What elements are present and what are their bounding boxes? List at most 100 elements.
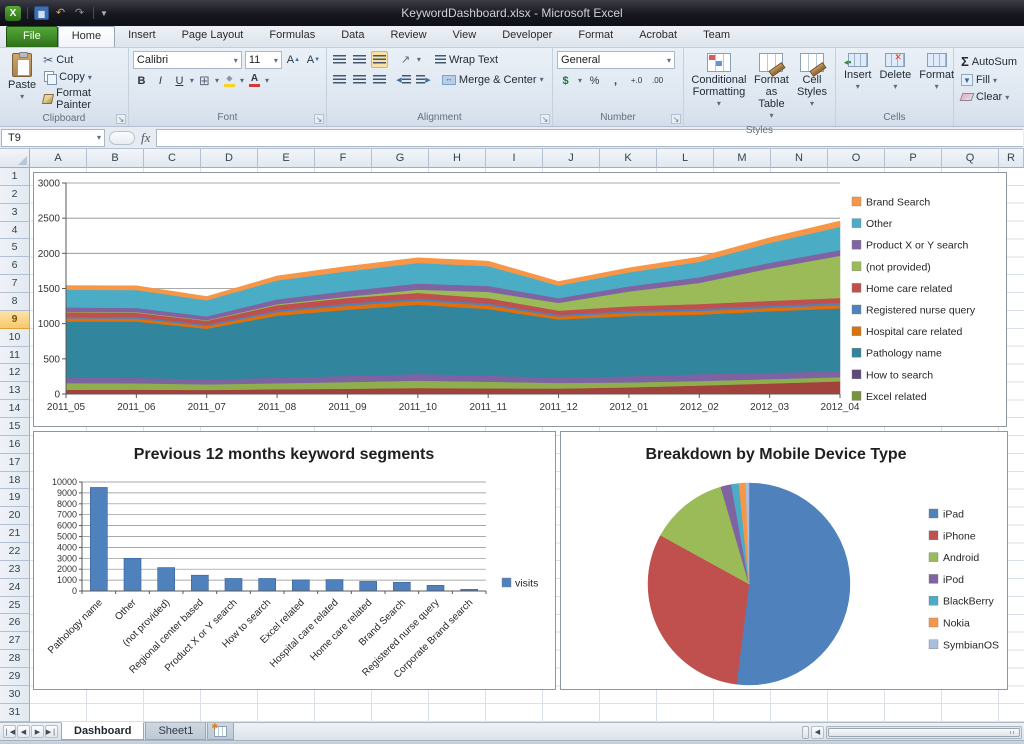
accounting-format-button[interactable]: $ (557, 72, 574, 89)
number-dialog-launcher[interactable]: ↘ (671, 114, 681, 124)
clear-button[interactable]: Clear▾ (958, 90, 1020, 104)
chevron-down-icon[interactable]: ▾ (265, 76, 269, 85)
chevron-down-icon[interactable]: ▾ (97, 133, 104, 142)
ribbon-tab-review[interactable]: Review (377, 26, 439, 47)
row-header-27[interactable]: 27 (0, 632, 30, 650)
delete-cells-button[interactable]: ✕ Delete▾ (875, 51, 915, 111)
row-header-29[interactable]: 29 (0, 668, 30, 686)
align-right-button[interactable] (371, 71, 388, 88)
percent-style-button[interactable]: % (586, 72, 603, 89)
align-bottom-button[interactable] (371, 51, 388, 68)
chevron-down-icon[interactable]: ▾ (240, 76, 244, 85)
increase-decimal-button[interactable]: +.0 (628, 72, 645, 89)
insert-cells-button[interactable]: ◂▪ Insert▾ (840, 51, 876, 111)
ribbon-tab-acrobat[interactable]: Acrobat (626, 26, 690, 47)
cell-styles-button[interactable]: Cell Styles▾ (793, 51, 831, 124)
ribbon-tab-view[interactable]: View (440, 26, 490, 47)
customize-qat-chevron-icon[interactable]: ▼ (100, 9, 108, 18)
column-header-J[interactable]: J (543, 149, 600, 168)
alignment-dialog-launcher[interactable]: ↘ (540, 114, 550, 124)
grow-font-button[interactable]: A▲ (285, 52, 302, 69)
row-header-30[interactable]: 30 (0, 686, 30, 704)
tab-split-handle[interactable] (802, 726, 809, 739)
keyword-segments-bar-chart[interactable]: Previous 12 months keyword segments01000… (33, 431, 556, 690)
last-sheet-icon[interactable]: ▶❘ (45, 725, 58, 738)
row-header-31[interactable]: 31 (0, 704, 30, 722)
font-dialog-launcher[interactable]: ↘ (314, 114, 324, 124)
column-header-C[interactable]: C (144, 149, 201, 168)
row-header-24[interactable]: 24 (0, 579, 30, 597)
row-header-3[interactable]: 3 (0, 204, 30, 222)
fill-button[interactable]: ▼Fill▾ (958, 73, 1020, 87)
column-header-G[interactable]: G (372, 149, 429, 168)
undo-icon[interactable]: ↶ (53, 6, 68, 20)
chevron-down-icon[interactable]: ▾ (417, 55, 421, 64)
italic-button[interactable]: I (152, 72, 169, 89)
row-header-2[interactable]: 2 (0, 186, 30, 204)
sheet-tab-dashboard[interactable]: Dashboard (61, 722, 144, 740)
column-header-M[interactable]: M (714, 149, 771, 168)
fill-color-button[interactable]: ⬥ (221, 72, 238, 89)
select-all-corner[interactable] (0, 149, 30, 168)
increase-indent-button[interactable]: ▶ (415, 71, 432, 88)
decrease-decimal-button[interactable]: .00 (649, 72, 666, 89)
ribbon-tab-insert[interactable]: Insert (115, 26, 169, 47)
keyword-trend-area-chart[interactable]: 0500100015002000250030002011_052011_0620… (33, 172, 1007, 427)
decrease-indent-button[interactable]: ◀ (395, 71, 412, 88)
align-center-button[interactable] (351, 71, 368, 88)
autosum-button[interactable]: ΣAutoSum (958, 53, 1020, 70)
clipboard-dialog-launcher[interactable]: ↘ (116, 114, 126, 124)
paste-button[interactable]: Paste ▾ (4, 51, 40, 112)
row-header-16[interactable]: 16 (0, 436, 30, 454)
formula-input[interactable] (156, 129, 1023, 147)
column-header-K[interactable]: K (600, 149, 657, 168)
ribbon-tab-format[interactable]: Format (565, 26, 626, 47)
underline-button[interactable]: U (171, 72, 188, 89)
excel-logo-icon[interactable]: X (5, 6, 21, 21)
row-header-15[interactable]: 15 (0, 418, 30, 436)
copy-button[interactable]: Copy▾ (40, 70, 124, 84)
name-box[interactable]: T9 ▾ (1, 129, 105, 147)
scroll-left-icon[interactable]: ◀ (811, 726, 824, 739)
row-header-19[interactable]: 19 (0, 489, 30, 507)
row-header-14[interactable]: 14 (0, 400, 30, 418)
scrollbar-track[interactable] (826, 726, 1022, 739)
row-header-11[interactable]: 11 (0, 347, 30, 365)
ribbon-tab-page-layout[interactable]: Page Layout (169, 26, 257, 47)
save-icon[interactable]: ▆ (34, 6, 49, 20)
sheet-tab-sheet1[interactable]: Sheet1 (145, 723, 206, 740)
ribbon-tab-developer[interactable]: Developer (489, 26, 565, 47)
next-sheet-icon[interactable]: ▶ (31, 725, 44, 738)
format-cells-button[interactable]: Format▾ (915, 51, 958, 111)
row-header-10[interactable]: 10 (0, 329, 30, 347)
number-format-combo[interactable]: General▾ (557, 51, 675, 69)
column-header-Q[interactable]: Q (942, 149, 999, 168)
row-header-22[interactable]: 22 (0, 543, 30, 561)
font-color-button[interactable]: A (246, 72, 263, 89)
align-left-button[interactable] (331, 71, 348, 88)
column-header-I[interactable]: I (486, 149, 543, 168)
scrollbar-thumb[interactable] (828, 728, 1020, 737)
font-name-combo[interactable]: Calibri▾ (133, 51, 242, 69)
row-header-1[interactable]: 1 (0, 168, 30, 186)
row-header-5[interactable]: 5 (0, 239, 30, 257)
column-header-N[interactable]: N (771, 149, 828, 168)
ribbon-tab-file[interactable]: File (6, 26, 58, 47)
column-header-P[interactable]: P (885, 149, 942, 168)
row-header-7[interactable]: 7 (0, 275, 30, 293)
ribbon-tab-formulas[interactable]: Formulas (256, 26, 328, 47)
shrink-font-button[interactable]: A▼ (305, 52, 322, 69)
column-header-B[interactable]: B (87, 149, 144, 168)
bold-button[interactable]: B (133, 72, 150, 89)
align-top-button[interactable] (331, 51, 348, 68)
chevron-down-icon[interactable]: ▾ (215, 76, 219, 85)
ribbon-tab-team[interactable]: Team (690, 26, 743, 47)
conditional-formatting-button[interactable]: Conditional Formatting▾ (688, 51, 750, 124)
first-sheet-icon[interactable]: ❘◀ (3, 725, 16, 738)
row-header-9[interactable]: 9 (0, 311, 30, 329)
font-size-combo[interactable]: 11▾ (245, 51, 282, 69)
ribbon-tab-home[interactable]: Home (58, 26, 115, 47)
row-header-13[interactable]: 13 (0, 382, 30, 400)
mobile-device-pie-chart[interactable]: Breakdown by Mobile Device TypeiPadiPhon… (560, 431, 1008, 690)
cut-button[interactable]: ✂Cut (40, 52, 124, 68)
